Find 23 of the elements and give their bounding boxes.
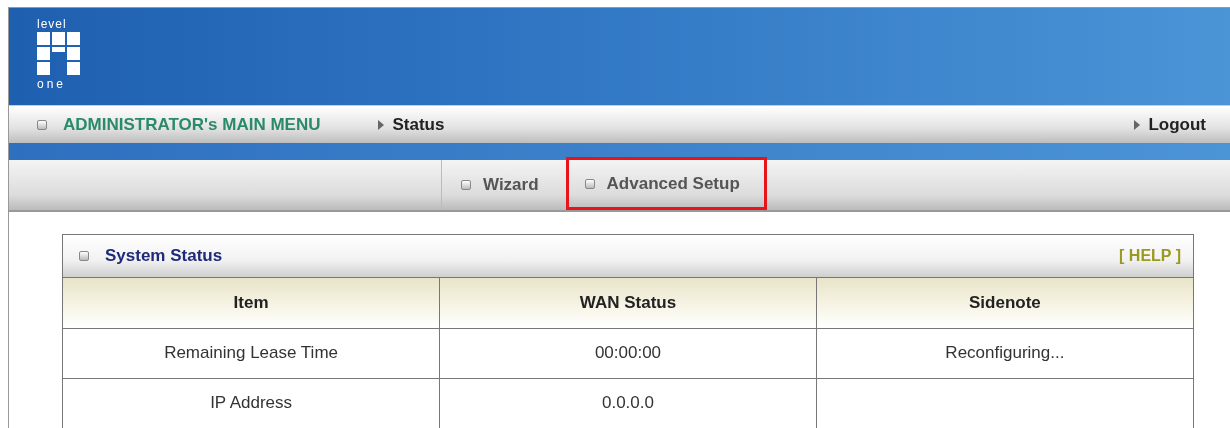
menu-tab[interactable]: Wizard bbox=[442, 160, 566, 210]
table-cell: 00:00:00 bbox=[594, 343, 662, 363]
bullet-icon bbox=[79, 251, 89, 261]
menu-title[interactable]: ADMINISTRATOR's MAIN MENU bbox=[63, 111, 321, 138]
column-header: WAN Status bbox=[439, 278, 817, 328]
breadcrumb-text: Status bbox=[392, 113, 445, 136]
logout-link[interactable]: Logout bbox=[1148, 111, 1206, 138]
arrow-icon bbox=[378, 119, 385, 130]
logo-icon bbox=[37, 32, 81, 76]
table-cell: Remaining Lease Time bbox=[164, 343, 338, 363]
table-cell: IP Address bbox=[210, 393, 293, 413]
menu-tab[interactable]: Advanced Setup bbox=[565, 157, 767, 210]
column-header: Item bbox=[63, 278, 440, 328]
bullet-icon bbox=[461, 180, 471, 190]
column-header: Sidenote bbox=[816, 278, 1193, 328]
logo-text: one bbox=[37, 78, 67, 90]
arrow-icon bbox=[1134, 119, 1141, 130]
bullet-icon bbox=[584, 178, 595, 189]
table-cell: 0.0.0.0 bbox=[602, 393, 654, 413]
logo-text: level bbox=[37, 18, 67, 30]
panel-title: System Status bbox=[105, 245, 223, 268]
table-cell: Reconfiguring... bbox=[945, 343, 1065, 363]
bullet-icon bbox=[37, 119, 47, 130]
